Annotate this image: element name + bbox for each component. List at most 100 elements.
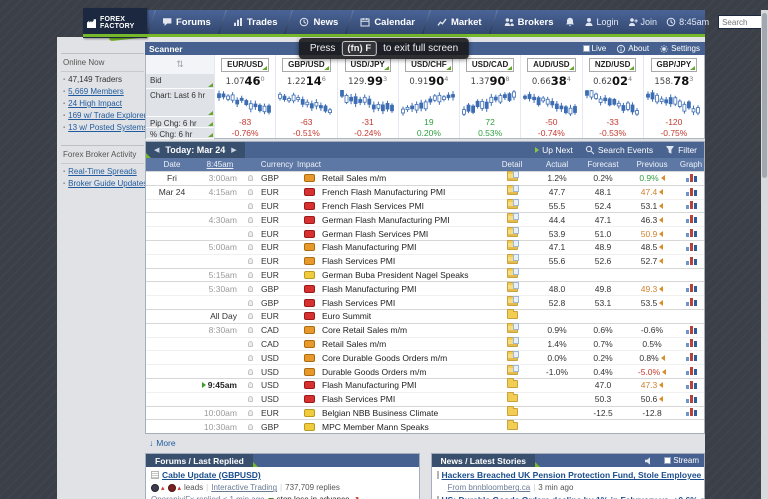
pair-name[interactable]: USD/JPY (345, 58, 391, 72)
avatar[interactable] (168, 484, 176, 492)
pair-name[interactable]: USD/CAD (466, 58, 514, 72)
filter-button[interactable]: Filter (665, 145, 697, 155)
sidebar-item[interactable]: ▪24 High Impact (63, 99, 144, 108)
calendar-event-row[interactable]: 10:30am GBP MPC Member Mann Speaks (146, 419, 704, 433)
pair-sparkline-chart[interactable] (460, 89, 520, 117)
impact-icon[interactable] (304, 326, 315, 334)
impact-icon[interactable] (304, 257, 315, 265)
impact-icon[interactable] (304, 354, 315, 362)
stream-toggle[interactable]: Stream (664, 456, 699, 465)
impact-icon[interactable] (304, 368, 315, 376)
pair-name[interactable]: AUD/USD (527, 58, 575, 72)
calendar-event-row[interactable]: EUR French Flash Services PMI 55.5 52.4 … (146, 199, 704, 213)
news-source-link[interactable]: From bnnbloomberg.ca (448, 483, 531, 492)
calendar-event-row[interactable]: USD Durable Goods Orders m/m -1.0% 0.4% … (146, 364, 704, 378)
tab-brokers[interactable]: Brokers (493, 10, 565, 34)
calendar-event-row[interactable]: Fri 3:00am GBP Retail Sales m/m 1.2% 0.2… (146, 171, 704, 185)
sidebar-item[interactable]: ▪169 w/ Trade Explorers (63, 111, 144, 120)
tab-forums[interactable]: Forums (151, 10, 222, 34)
news-headline-link[interactable]: US: Durable Goods Orders decline by 1% i… (442, 495, 706, 499)
impact-icon[interactable] (304, 188, 315, 196)
calendar-event-row[interactable]: USD Core Durable Goods Orders m/m 0.0% 0… (146, 350, 704, 364)
calendar-event-row[interactable]: Mar 24 4:15am EUR French Flash Manufactu… (146, 185, 704, 199)
calendar-event-row[interactable]: 5:15am EUR German Buba President Nagel S… (146, 268, 704, 282)
impact-icon[interactable] (304, 285, 315, 293)
news-headline-link[interactable]: Hackers Breached UK Pension Protection F… (442, 470, 706, 480)
tab-market[interactable]: Market (426, 10, 493, 34)
notifications-bell-icon[interactable] (565, 17, 575, 27)
page-scrollbar[interactable] (761, 10, 768, 499)
calendar-event-row[interactable]: 4:30am EUR German Flash Manufacturing PM… (146, 212, 704, 226)
tab-news[interactable]: News (288, 10, 349, 34)
calendar-event-row[interactable]: USD Flash Services PMI 50.3 50.6 (146, 392, 704, 406)
calendar-event-row[interactable]: 9:45am USD Flash Manufacturing PMI 47.0 … (146, 378, 704, 392)
pair-sparkline-chart[interactable] (338, 89, 398, 117)
impact-icon[interactable] (304, 340, 315, 348)
scanner-sort-icon[interactable]: ⇅ (146, 55, 214, 74)
tab-calendar[interactable]: Calendar (349, 10, 426, 34)
pair-name[interactable]: USD/CHF (405, 58, 453, 72)
impact-icon[interactable] (304, 381, 315, 389)
impact-icon[interactable] (304, 312, 315, 320)
col-time[interactable]: 8:45am (198, 160, 242, 169)
calendar-event-row[interactable]: 5:30am GBP Flash Manufacturing PMI 48.0 … (146, 281, 704, 295)
live-checkbox[interactable] (583, 45, 590, 52)
impact-icon[interactable] (304, 174, 315, 182)
pair-name[interactable]: GBP/USD (282, 58, 330, 72)
impact-icon[interactable] (304, 216, 315, 224)
up-next-button[interactable]: Up Next (535, 145, 573, 155)
row-label-pip-chg[interactable]: Pip Chg: 6 hr (146, 117, 214, 128)
calendar-event-row[interactable]: 8:30am CAD Core Retail Sales m/m 0.9% 0.… (146, 323, 704, 337)
calendar-event-row[interactable]: EUR Flash Services PMI 55.6 52.6 52.7 (146, 254, 704, 268)
impact-icon[interactable] (304, 243, 315, 251)
calendar-event-row[interactable]: CAD Retail Sales m/m 1.4% 0.7% 0.5% (146, 337, 704, 351)
about-button[interactable]: About (616, 44, 649, 54)
speaker-icon[interactable] (644, 456, 654, 466)
row-label-pct-chg[interactable]: % Chg: 6 hr (146, 128, 214, 139)
pair-sparkline-chart[interactable] (215, 89, 275, 117)
pair-name[interactable]: EUR/USD (221, 58, 269, 72)
calendar-event-row[interactable]: All Day EUR Euro Summit (146, 309, 704, 323)
pair-sparkline-chart[interactable] (276, 89, 336, 117)
impact-icon[interactable] (304, 271, 315, 279)
pair-sparkline-chart[interactable] (583, 89, 643, 117)
pair-sparkline-chart[interactable] (644, 89, 704, 117)
clock-time[interactable]: 8:45am (666, 17, 709, 27)
pair-name[interactable]: GBP/JPY (651, 58, 698, 72)
join-button[interactable]: Join (628, 17, 658, 27)
avatar[interactable] (151, 484, 159, 492)
calendar-event-row[interactable]: GBP Flash Services PMI 52.8 53.1 53.5 (146, 295, 704, 309)
sidebar-item[interactable]: ▪13 w/ Posted Systems (63, 123, 144, 132)
impact-icon[interactable] (304, 230, 315, 238)
impact-icon[interactable] (304, 395, 315, 403)
impact-icon[interactable] (304, 202, 315, 210)
row-label-bid[interactable]: Bid (146, 74, 214, 89)
more-link[interactable]: ↓ More (145, 437, 705, 448)
impact-icon[interactable] (304, 409, 315, 417)
search-events-button[interactable]: Search Events (585, 145, 653, 155)
next-day-arrow-icon[interactable]: ▶ (231, 146, 236, 154)
pair-sparkline-chart[interactable] (399, 89, 459, 117)
impact-icon[interactable] (304, 423, 315, 431)
pair-sparkline-chart[interactable] (521, 89, 581, 117)
scrollbar-thumb[interactable] (762, 13, 767, 178)
thread-link[interactable]: Cable Update (GBPUSD) (162, 470, 261, 480)
calendar-event-row[interactable]: 5:00am EUR Flash Manufacturing PMI 47.1 … (146, 240, 704, 254)
impact-icon[interactable] (304, 299, 315, 307)
row-label-chart[interactable]: Chart: Last 6 hr (146, 89, 214, 117)
settings-button[interactable]: Settings (659, 44, 700, 54)
sidebar-item[interactable]: ▪5,669 Members (63, 87, 144, 96)
login-button[interactable]: Login (584, 17, 619, 27)
last-reply-link[interactable]: OperaniviFx replied < 1 min ago (151, 495, 265, 499)
prev-day-arrow-icon[interactable]: ◀ (154, 146, 159, 154)
tab-trades[interactable]: Trades (222, 10, 289, 34)
calendar-event-row[interactable]: EUR German Flash Services PMI 53.9 51.0 … (146, 226, 704, 240)
pair-name[interactable]: NZD/USD (589, 58, 637, 72)
calendar-event-row[interactable]: 10:00am EUR Belgian NBB Business Climate… (146, 406, 704, 420)
stream-checkbox[interactable] (664, 457, 671, 464)
sidebar-item[interactable]: ▪Broker Guide Updates (63, 179, 144, 188)
sidebar-item[interactable]: ▪Real-Time Spreads (63, 167, 144, 176)
today-tab[interactable]: ◀ Today: Mar 24 ▶ (146, 142, 245, 158)
live-toggle[interactable]: Live (583, 44, 607, 53)
forum-link[interactable]: Interactive Trading (211, 483, 277, 492)
